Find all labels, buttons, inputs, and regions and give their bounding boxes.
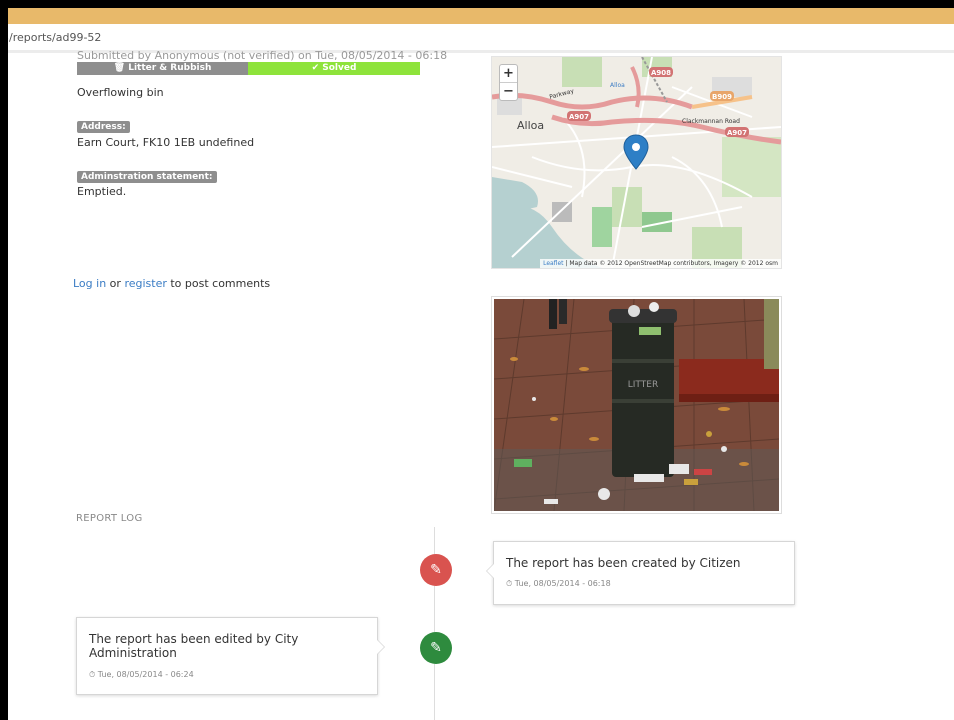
category-label: 🗑︎ Litter & Rubbish [77, 62, 248, 75]
log-entry-created: The report has been created by Citizen ⏱… [486, 541, 795, 605]
leaflet-link[interactable]: Leaflet [543, 260, 563, 267]
map-attribution: Leaflet | Map data © 2012 OpenStreetMap … [540, 259, 781, 268]
login-link[interactable]: Log in [73, 277, 106, 290]
log-entry-edited: The report has been edited by City Admin… [76, 617, 385, 695]
road-label-a908: A908 [651, 69, 671, 77]
zoom-in-button[interactable]: + [500, 65, 517, 82]
report-labels: 🗑︎ Litter & Rubbish ✔ Solved [77, 62, 420, 75]
address-value: Earn Court, FK10 1EB undefined [77, 136, 255, 149]
report-photo[interactable]: LITTER [491, 296, 782, 514]
trash-icon: 🗑︎ [113, 63, 126, 73]
log-entry-time: ⏱ Tue, 08/05/2014 - 06:18 [506, 579, 611, 589]
log-entry-time-text: Tue, 08/05/2014 - 06:24 [97, 670, 194, 679]
log-entry-time: ⏱ Tue, 08/05/2014 - 06:24 [89, 670, 194, 680]
check-icon: ✔ [311, 63, 320, 73]
log-entry-time-text: Tue, 08/05/2014 - 06:18 [514, 579, 611, 588]
admin-statement-label: Adminstration statement: [77, 171, 217, 183]
clock-icon: ⏱ [506, 579, 513, 588]
status-text: Solved [322, 63, 357, 73]
category-text: Litter & Rubbish [128, 63, 212, 73]
log-entry-title: The report has been created by Citizen [506, 556, 741, 570]
edit-icon: ✎ [420, 554, 452, 586]
address-label: Address: [77, 121, 130, 133]
comments-suffix: to post comments [170, 277, 271, 290]
clock-icon: ⏱ [89, 670, 96, 679]
address-bar[interactable]: 3/reports/ad99-52 [8, 25, 954, 53]
register-link[interactable]: register [124, 277, 166, 290]
browser-frame: 3/reports/ad99-52 Submitted by Anonymous… [8, 8, 954, 720]
report-description: Overflowing bin [77, 86, 164, 99]
attribution-text: | Map data © 2012 OpenStreetMap contribu… [563, 260, 778, 267]
road-label-a907-east: A907 [727, 129, 747, 137]
bin-label: LITTER [628, 380, 658, 390]
card-pointer [486, 563, 494, 579]
comments-prompt: Log in or register to post comments [73, 277, 270, 290]
edit-icon: ✎ [420, 632, 452, 664]
admin-statement-value: Emptied. [77, 185, 127, 198]
zoom-out-button[interactable]: − [500, 82, 517, 100]
comments-or: or [109, 277, 121, 290]
road-label-clackmannan: Clackmannan Road [682, 118, 740, 125]
station-label: Alloa [610, 82, 625, 89]
map-tiles[interactable]: A908 A907 B909 A907 Clackmannan Road Par… [492, 57, 781, 268]
card-pointer [377, 639, 385, 655]
window-titlebar [8, 8, 954, 24]
zoom-controls: + − [499, 64, 518, 101]
report-log-heading: REPORT LOG [76, 513, 143, 524]
url-text[interactable]: 3/reports/ad99-52 [8, 31, 101, 44]
town-label: Alloa [517, 119, 544, 132]
road-label-b909: B909 [712, 93, 732, 101]
status-label: ✔ Solved [248, 62, 420, 75]
location-map[interactable]: A908 A907 B909 A907 Clackmannan Road Par… [491, 56, 782, 269]
log-entry-title: The report has been edited by City Admin… [89, 632, 299, 660]
road-label-a907-west: A907 [569, 113, 589, 121]
litter-bin-image: LITTER [494, 299, 779, 511]
submitted-info: Submitted by Anonymous (not verified) on… [77, 49, 448, 62]
